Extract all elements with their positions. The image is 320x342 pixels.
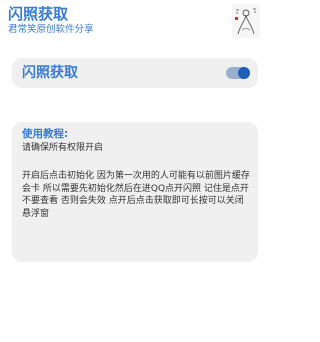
main-content: 闪照获取 使用教程: 请确保所有权限开启 开启后点击初始化 因为第一次用的人可能… bbox=[0, 44, 270, 342]
flash-photo-switch[interactable] bbox=[226, 67, 250, 79]
artwork-icon bbox=[232, 4, 260, 38]
toggle-label: 闪照获取 bbox=[22, 65, 78, 81]
instructions-title: 使用教程: bbox=[22, 128, 69, 140]
app-header: 闪照获取 君常笑原创软件分享 bbox=[0, 0, 270, 44]
instructions-permission-note: 请确保所有权限开启 bbox=[22, 143, 104, 153]
app-title: 闪照获取 bbox=[8, 5, 69, 23]
switch-knob bbox=[238, 67, 250, 79]
instructions-body: 开启后点击初始化 因为第一次用的人可能有以前图片缓存会卡 所以需要先初始化然后在… bbox=[22, 171, 250, 219]
flash-photo-toggle-card[interactable]: 闪照获取 bbox=[12, 58, 258, 88]
instructions-card: 使用教程: 请确保所有权限开启 开启后点击初始化 因为第一次用的人可能有以前图片… bbox=[12, 122, 258, 262]
app-subtitle: 君常笑原创软件分享 bbox=[8, 24, 94, 35]
